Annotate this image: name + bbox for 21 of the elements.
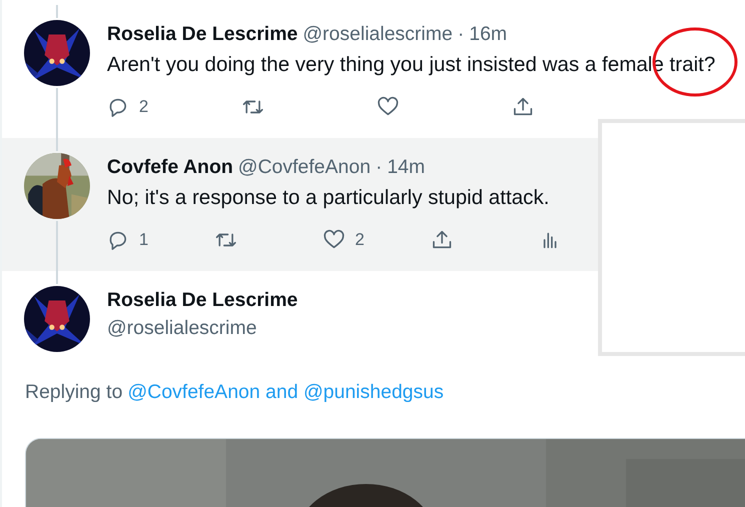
- replying-label: Replying to: [25, 380, 123, 404]
- user-name[interactable]: Roselia De Lescrime: [107, 23, 298, 46]
- action-count: 2: [355, 230, 364, 250]
- reply-icon[interactable]: [107, 96, 129, 118]
- user-name[interactable]: Roselia De Lescrime: [107, 289, 298, 311]
- action-count: 1: [139, 230, 148, 250]
- share-icon[interactable]: [512, 96, 534, 118]
- timestamp[interactable]: 14m: [387, 156, 426, 179]
- action-count: 2: [139, 97, 148, 117]
- heart-icon[interactable]: [377, 96, 399, 118]
- timestamp[interactable]: 16m: [469, 23, 508, 46]
- reply-icon[interactable]: [107, 229, 129, 251]
- tweet-text: No; it's a response to a particularly stupid attack.: [107, 186, 550, 210]
- separator-dot: ·: [376, 156, 382, 179]
- user-handle[interactable]: @CovfefeAnon: [238, 156, 371, 179]
- user-handle[interactable]: @roselialescrime: [107, 317, 257, 339]
- share-icon[interactable]: [431, 229, 453, 251]
- user-name[interactable]: Covfefe Anon: [107, 156, 234, 179]
- user-handle[interactable]: @roselialescrime: [302, 23, 453, 46]
- heart-icon[interactable]: [323, 229, 345, 251]
- separator-dot: ·: [458, 23, 464, 46]
